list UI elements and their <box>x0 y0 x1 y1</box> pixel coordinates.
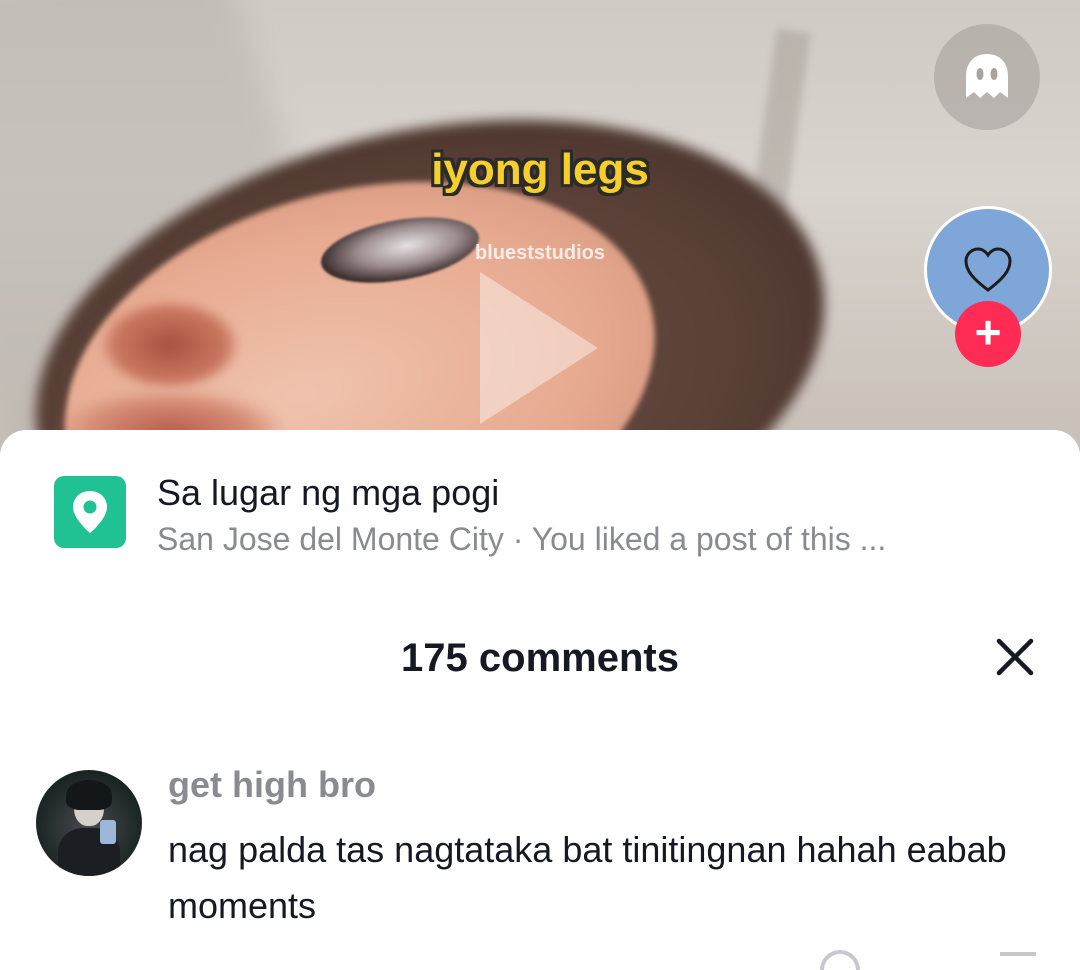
play-icon[interactable] <box>480 272 598 424</box>
comments-header: 175 comments <box>401 636 679 680</box>
video-player[interactable]: iyong legs blueststudios <box>0 0 1080 470</box>
ghost-button[interactable] <box>934 24 1040 130</box>
video-frame-nose <box>100 300 240 390</box>
like-icon[interactable] <box>820 950 860 970</box>
video-caption: iyong legs <box>431 145 649 194</box>
location-pin-icon <box>73 491 107 533</box>
avatar-figure-cup <box>100 820 116 844</box>
comment-avatar[interactable] <box>36 770 142 876</box>
comment-text: nag palda tas nagtataka bat tinitingnan … <box>168 829 1007 926</box>
location-subtitle: San Jose del Monte City · You liked a po… <box>157 521 887 557</box>
follow-button[interactable]: + <box>955 301 1021 367</box>
more-icon[interactable] <box>1000 952 1036 962</box>
comments-sheet: Sa lugar ng mga pogi San Jose del Monte … <box>0 430 1080 970</box>
comment-username[interactable]: get high bro <box>168 764 376 806</box>
ghost-icon <box>966 54 1008 98</box>
location-badge[interactable] <box>54 476 126 548</box>
close-icon <box>996 638 1034 676</box>
video-watermark: blueststudios <box>474 242 605 264</box>
close-button[interactable] <box>990 632 1040 682</box>
heart-icon <box>964 247 1012 292</box>
location-title[interactable]: Sa lugar ng mga pogi <box>157 472 499 514</box>
plus-icon: + <box>974 306 1002 358</box>
avatar-figure-hair <box>66 780 112 810</box>
